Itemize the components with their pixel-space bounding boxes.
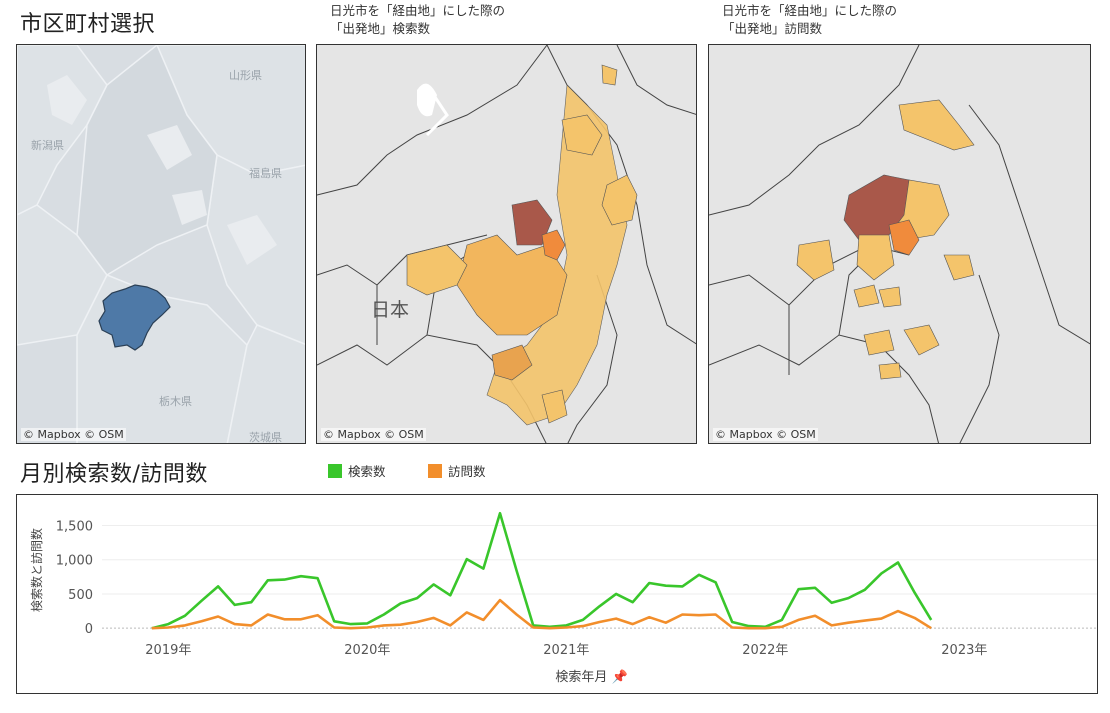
section-title-city-select: 市区町村選択 [20, 12, 156, 37]
search-map-caption-line2: 「出発地」検索数 [330, 21, 431, 36]
search-map-caption: 日光市を「経由地」にした際の 「出発地」検索数 [330, 2, 505, 38]
search-heatmap[interactable]: 日本 © Mapbox © OSM [316, 44, 697, 444]
map-attribution[interactable]: © Mapbox © OSM [321, 428, 426, 441]
map-attribution[interactable]: © Mapbox © OSM [713, 428, 818, 441]
city-select-map-canvas [17, 45, 305, 443]
y-tick-label: 500 [68, 588, 93, 603]
legend-item-visit[interactable]: 訪問数 [428, 461, 486, 480]
series-line-search [151, 511, 933, 630]
map-attribution[interactable]: © Mapbox © OSM [21, 428, 126, 441]
y-axis-title: 検索数と訪問数 [29, 528, 44, 612]
search-map-caption-line1: 日光市を「経由地」にした際の [330, 3, 506, 18]
legend-item-search[interactable]: 検索数 [328, 461, 386, 480]
monthly-line-chart[interactable]: 0 500 1,000 1,500 2019年 2020年 2021年 2022年 2023年検… [16, 494, 1098, 694]
country-label: 日本 [371, 299, 410, 321]
city-select-map[interactable]: 山形県 新潟県 福島県 栃木県 茨城県 © Mapbox © OSM [16, 44, 306, 444]
label-tochigi: 栃木県 [159, 395, 192, 408]
x-tick-label: 2021年 [543, 643, 589, 658]
y-tick-label: 0 [85, 622, 93, 637]
x-tick-label: 2022年 [742, 643, 788, 658]
x-axis-title: 検索年月 📌 [555, 668, 627, 685]
visit-map-caption-line1: 日光市を「経由地」にした際の [722, 3, 898, 18]
label-ibaraki: 茨城県 [249, 431, 282, 444]
visit-map-caption: 日光市を「経由地」にした際の 「出発地」訪問数 [722, 2, 897, 38]
label-niigata: 新潟県 [31, 139, 64, 152]
legend-swatch-visit [428, 463, 442, 478]
legend-label-search: 検索数 [348, 464, 386, 479]
x-tick-label: 2023年 [941, 643, 987, 658]
section-title-monthly: 月別検索数/訪問数 [20, 462, 208, 487]
x-tick-label: 2020年 [344, 643, 390, 658]
search-heatmap-canvas [317, 45, 696, 443]
label-yamagata: 山形県 [229, 69, 262, 82]
monthly-line-chart-svg: 05001,0001,5002019年 2020年 2021年 2022年 2023年検… [29, 511, 1097, 685]
legend-swatch-search [328, 463, 342, 478]
y-tick-label: 1,500 [56, 520, 93, 535]
x-tick-label: 2019年 [145, 643, 191, 658]
visit-map-caption-line2: 「出発地」訪問数 [722, 21, 823, 36]
visit-heatmap-canvas [709, 45, 1090, 443]
visit-heatmap[interactable]: © Mapbox © OSM [708, 44, 1091, 444]
y-tick-label: 1,000 [56, 554, 93, 569]
label-fukushima: 福島県 [249, 167, 282, 180]
legend-label-visit: 訪問数 [448, 464, 486, 479]
series-line-visit [151, 598, 932, 630]
